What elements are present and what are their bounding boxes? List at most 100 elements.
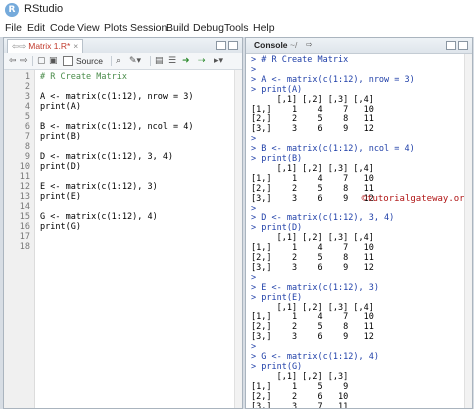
console-input-line: > E <- matrix(c(1:12), 3) [251,282,379,293]
source-toolbar: ⇦ ⇨ ▢ ▣ Source ⌕ ✎▾ ▤ ☰ ➜ ⇢ ▸▾ [4,53,242,70]
minimize-pane-icon[interactable] [446,41,456,50]
menu-code[interactable]: Code [50,22,75,34]
code-line[interactable]: print(A) [40,102,81,112]
line-number: 10 [19,162,30,172]
line-number: 9 [24,152,30,162]
menu-debug[interactable]: Debug [193,22,224,34]
source-menu-icon[interactable]: ▸▾ [214,56,223,66]
line-number: 3 [24,92,30,102]
console-input-line: > G <- matrix(c(1:12), 4) [251,352,379,362]
go-back-icon[interactable]: ⇦ [9,56,17,66]
toolbar-divider [32,56,33,66]
console-output-line: [,1] [,2] [,3] [,4] [251,94,374,105]
line-number-gutter: 1 2 3 4 5 6 7 8 9 10 11 12 13 14 15 16 1… [4,70,35,408]
source-on-save-label: Source [76,56,103,66]
source-pane: ⇦⇨ Matrix 1.R* × ⇦ ⇨ ▢ ▣ Source ⌕ ✎▾ ▤ ☰ ➜… [3,37,243,409]
go-to-directory-icon[interactable]: ⇨ [306,40,313,50]
menu-view[interactable]: View [77,22,100,34]
console-title: Console [254,40,288,50]
code-line[interactable]: # R Create Matrix [40,72,127,82]
console-output-line: [3,] 3 6 9 12 [251,332,374,343]
maximize-pane-icon[interactable] [458,41,468,50]
console-input-line: > [251,342,257,353]
console-input-line: > [251,272,257,283]
document-outline-icon[interactable]: ☰ [168,56,176,66]
tab-nav-arrows-icon[interactable]: ⇦⇨ [12,41,26,51]
console-output-line: [1,] 1 4 7 10 [251,312,374,323]
menu-file[interactable]: File [5,22,22,34]
compile-report-icon[interactable]: ▤ [155,56,164,66]
console-output-line: [1,] 1 4 7 10 [251,104,374,115]
console-pane: Console ~/ ⇨ > # R Create Matrix > > A <- … [245,37,473,409]
code-line[interactable]: print(D) [40,162,81,172]
code-line[interactable]: B <- matrix(c(1:12), ncol = 4) [40,122,194,132]
line-number: 17 [19,232,30,242]
line-number: 14 [19,202,30,212]
console-output-line: [,1] [,2] [,3] [251,371,349,382]
close-tab-icon[interactable]: × [73,41,78,51]
menu-help[interactable]: Help [253,22,275,34]
console-input-line: > [251,134,257,145]
console-output-line: [2,] 2 5 8 11 [251,322,374,333]
console-output-line: [3,] 3 6 9 12 [251,124,374,135]
toolbar-divider [111,56,112,66]
line-number: 8 [24,142,30,152]
line-number: 6 [24,122,30,132]
console-input-line: > D <- matrix(c(1:12), 3, 4) [251,213,395,224]
menu-plots[interactable]: Plots [104,22,127,34]
console-output-line: [2,] 2 5 8 11 [251,253,374,263]
go-forward-icon[interactable]: ⇨ [20,56,28,66]
menu-build[interactable]: Build [166,22,189,34]
menu-session[interactable]: Session [130,22,167,34]
code-line[interactable]: D <- matrix(c(1:12), 3, 4) [40,152,173,162]
line-number: 12 [19,182,30,192]
line-number: 13 [19,192,30,202]
watermark-text: ©tutorialgateway.org [361,194,470,204]
console-output-line: [,1] [,2] [,3] [,4] [251,163,374,174]
menu-edit[interactable]: Edit [27,22,45,34]
line-number: 16 [19,222,30,232]
console-input-line: > print(B) [251,154,303,164]
tab-matrix-1-r[interactable]: ⇦⇨ Matrix 1.R* × [7,39,84,54]
maximize-pane-icon[interactable] [228,41,238,50]
console-input-line: > print(D) [251,223,303,234]
show-in-window-icon[interactable]: ▢ [37,56,46,66]
console-output-line: [3,] 3 6 9 12 [251,193,374,204]
console-output-line: [3,] 3 6 9 12 [251,262,374,273]
console-input-line: > A <- matrix(c(1:12), nrow = 3) [251,74,415,85]
save-icon[interactable]: ▣ [49,56,58,66]
menu-bar: File Edit Code View Plots Session Build … [0,21,474,38]
rerun-icon[interactable]: ⇢ [198,56,206,66]
title-bar: R RStudio [0,0,474,22]
source-tabbar: ⇦⇨ Matrix 1.R* × [4,38,242,54]
console-input-line: > # R Create Matrix [251,55,349,65]
console-output-line: [1,] 1 4 7 10 [251,243,374,254]
toolbar-divider [150,56,151,66]
source-on-save-checkbox[interactable] [63,56,73,66]
code-line[interactable]: A <- matrix(c(1:12), nrow = 3) [40,92,194,102]
working-directory[interactable]: ~/ [290,40,297,50]
rstudio-logo-icon: R [5,3,19,17]
line-number: 1 [24,72,30,82]
console-input-line: > B <- matrix(c(1:12), ncol = 4) [251,144,415,155]
code-line[interactable]: print(B) [40,132,81,142]
source-scrollbar[interactable] [234,70,242,408]
console-output-line: [,1] [,2] [,3] [,4] [251,302,374,313]
console-output-line: [1,] 1 4 7 10 [251,173,374,184]
console-output-line: [1,] 1 5 9 [251,381,349,392]
code-line[interactable]: print(G) [40,222,81,232]
search-icon[interactable]: ⌕ [116,56,121,66]
tab-label: Matrix 1.R* [28,41,71,51]
code-tools-icon[interactable]: ✎▾ [129,56,141,66]
menu-tools[interactable]: Tools [224,22,249,34]
console-input-line: > [251,64,257,75]
minimize-pane-icon[interactable] [216,41,226,50]
run-icon[interactable]: ➜ [182,56,190,66]
code-line[interactable]: E <- matrix(c(1:12), 3) [40,182,158,192]
code-line[interactable]: G <- matrix(c(1:12), 4) [40,212,158,222]
code-line[interactable]: print(E) [40,192,81,202]
console-output-line: [3,] 3 7 11 [251,401,349,409]
console-scrollbar[interactable] [464,54,472,408]
console-output[interactable]: > # R Create Matrix > > A <- matrix(c(1:12… [246,54,465,408]
console-output-line: [,1] [,2] [,3] [,4] [251,233,374,244]
